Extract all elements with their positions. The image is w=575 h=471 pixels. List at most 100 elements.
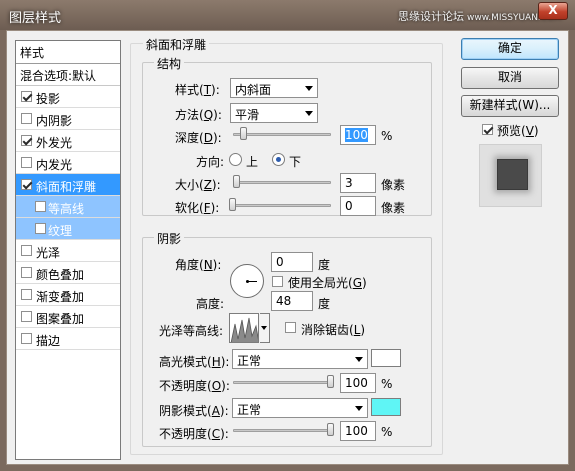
altitude-label: 高度: [196, 297, 225, 311]
size-input[interactable]: 3 [340, 173, 376, 193]
soften-slider-track[interactable] [233, 204, 331, 207]
depth-label: 深度(D): [175, 131, 222, 145]
sidebar-item-label: 渐变叠加 [36, 290, 85, 304]
highlight-mode-label: 高光模式(H): [159, 355, 230, 369]
preview-checkbox[interactable] [482, 124, 493, 135]
shadow-opacity-unit: % [381, 425, 393, 439]
antialias-label: 消除锯齿(L) [301, 323, 366, 337]
angle-label: 角度(N): [175, 258, 222, 272]
close-button[interactable]: X [538, 2, 568, 20]
direction-down-radio[interactable] [272, 153, 285, 166]
technique-label: 方法(Q): [175, 108, 222, 122]
angle-dial[interactable] [230, 264, 264, 298]
angle-input[interactable]: 0 [271, 252, 313, 272]
gloss-contour-preview[interactable] [229, 313, 259, 343]
sidebar-item[interactable]: 渐变叠加 [16, 284, 120, 306]
chevron-down-icon [305, 86, 313, 91]
depth-unit: % [381, 129, 393, 143]
highlight-mode-select[interactable]: 正常 [232, 349, 368, 369]
sidebar-item-label: 纹理 [48, 224, 73, 238]
direction-up-label: 上 [246, 155, 259, 169]
highlight-opacity-thumb[interactable] [327, 375, 334, 388]
dialog-client: 样式 混合选项:默认 投影 内阴影 外发光 内发光 斜面和浮雕 等高线 纹理 光泽 颜色叠加 渐变… [6, 30, 569, 465]
sidebar-item[interactable]: 斜面和浮雕 [16, 174, 120, 196]
sidebar-item-label: 投影 [36, 92, 61, 106]
structure-title: 结构 [154, 55, 185, 72]
sidebar-item-label: 图案叠加 [36, 312, 85, 326]
sidebar-item-checkbox[interactable] [21, 135, 32, 146]
gloss-contour-dropdown[interactable] [260, 313, 270, 343]
shadow-opacity-label: 不透明度(C): [159, 427, 229, 441]
sidebar-item[interactable]: 颜色叠加 [16, 262, 120, 284]
sidebar-item[interactable]: 光泽 [16, 240, 120, 262]
soften-label: 软化(F): [175, 201, 220, 215]
sidebar-item-checkbox[interactable] [35, 201, 46, 212]
shading-title: 阴影 [154, 230, 185, 247]
sidebar-item[interactable]: 投影 [16, 86, 120, 108]
sidebar-item-label: 光泽 [36, 246, 61, 260]
sidebar-item-checkbox[interactable] [21, 157, 32, 168]
shadow-opacity-input[interactable]: 100 [340, 421, 376, 441]
global-light-checkbox[interactable] [272, 276, 283, 287]
direction-up-radio[interactable] [229, 153, 242, 166]
sidebar-item-checkbox[interactable] [21, 113, 32, 124]
global-light-label: 使用全局光(G) [288, 276, 367, 290]
style-preview [479, 144, 542, 207]
sidebar-item-label: 颜色叠加 [36, 268, 85, 282]
chevron-down-icon [305, 111, 313, 116]
soften-unit: 像素 [381, 201, 406, 215]
size-slider-track[interactable] [233, 181, 331, 184]
size-slider-thumb[interactable] [233, 175, 240, 188]
size-label: 大小(Z): [175, 178, 221, 192]
depth-slider-track[interactable] [233, 133, 331, 136]
window-title: 图层样式 [9, 11, 62, 26]
sidebar-item[interactable]: 等高线 [16, 196, 120, 218]
cancel-button[interactable]: 取消 [461, 67, 559, 89]
shadow-mode-select[interactable]: 正常 [232, 398, 368, 418]
sidebar-item-label: 等高线 [48, 202, 85, 216]
style-select[interactable]: 内斜面 [230, 78, 318, 98]
sidebar-item[interactable]: 内阴影 [16, 108, 120, 130]
soften-input[interactable]: 0 [340, 196, 376, 216]
depth-input[interactable]: 100 [340, 125, 376, 145]
sidebar-item-checkbox[interactable] [21, 289, 32, 300]
depth-slider-thumb[interactable] [239, 127, 247, 140]
preview-square [497, 159, 528, 190]
sidebar-item-label: 描边 [36, 334, 61, 348]
sidebar-item[interactable]: 内发光 [16, 152, 120, 174]
sidebar-item-checkbox[interactable] [35, 223, 46, 234]
sidebar-header[interactable]: 样式 [16, 41, 120, 64]
shadow-opacity-thumb[interactable] [327, 423, 334, 436]
shadow-opacity-track[interactable] [233, 429, 331, 432]
new-style-button[interactable]: 新建样式(W)... [461, 95, 559, 117]
sidebar-item-checkbox[interactable] [21, 333, 32, 344]
styles-sidebar: 样式 混合选项:默认 投影内阴影外发光内发光斜面和浮雕等高线纹理光泽颜色叠加渐变… [15, 40, 121, 460]
highlight-color-swatch[interactable] [371, 349, 401, 367]
altitude-input[interactable]: 48 [271, 291, 313, 311]
gloss-contour-icon [230, 317, 258, 342]
direction-label: 方向: [196, 155, 225, 169]
sidebar-item-label: 斜面和浮雕 [36, 180, 97, 194]
sidebar-item[interactable]: 纹理 [16, 218, 120, 240]
chevron-down-icon [355, 406, 363, 411]
highlight-opacity-input[interactable]: 100 [340, 373, 376, 393]
sidebar-item-checkbox[interactable] [21, 91, 32, 102]
sidebar-item-label: 外发光 [36, 136, 73, 150]
technique-select[interactable]: 平滑 [230, 103, 318, 123]
style-label: 样式(T): [175, 83, 220, 97]
soften-slider-thumb[interactable] [229, 198, 236, 211]
ok-button[interactable]: 确定 [461, 38, 559, 60]
sidebar-item-checkbox[interactable] [21, 245, 32, 256]
highlight-opacity-track[interactable] [233, 381, 331, 384]
sidebar-item-checkbox[interactable] [21, 311, 32, 322]
sidebar-blend-options[interactable]: 混合选项:默认 [16, 64, 120, 86]
shadow-color-swatch[interactable] [371, 398, 401, 416]
sidebar-item-checkbox[interactable] [21, 267, 32, 278]
bevel-section-title: 斜面和浮雕 [143, 36, 210, 53]
sidebar-item[interactable]: 外发光 [16, 130, 120, 152]
sidebar-item[interactable]: 图案叠加 [16, 306, 120, 328]
angle-unit: 度 [318, 258, 331, 272]
antialias-checkbox[interactable] [285, 322, 296, 333]
sidebar-item-checkbox[interactable] [21, 179, 32, 190]
sidebar-item[interactable]: 描边 [16, 328, 120, 350]
